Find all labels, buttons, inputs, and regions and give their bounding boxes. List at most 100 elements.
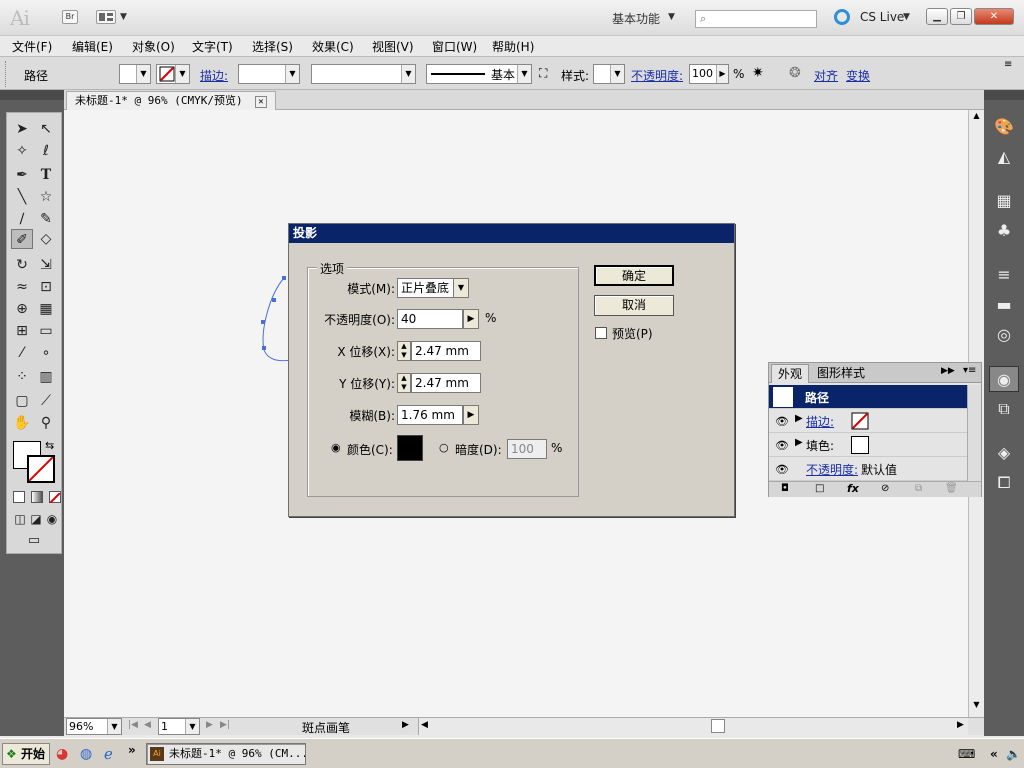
first-artboard-icon[interactable]: |◀ xyxy=(128,720,138,730)
stroke-panel-icon[interactable]: ≡ xyxy=(989,262,1019,288)
horizontal-scrollbar[interactable]: ◀ ▶ xyxy=(418,718,968,735)
opacity-slider-icon[interactable]: ▶ xyxy=(463,309,479,329)
chrome-icon[interactable]: ◕ xyxy=(56,746,68,762)
explorer-icon[interactable]: ◍ xyxy=(80,746,92,762)
document-tab[interactable]: 未标题-1* @ 96% (CMYK/预览) ✕ xyxy=(66,91,276,110)
perspective-grid-tool-icon[interactable]: ▦ xyxy=(35,299,57,319)
last-artboard-icon[interactable]: ▶| xyxy=(220,720,230,730)
status-menu-icon[interactable]: ▶ xyxy=(402,720,409,730)
eraser-tool-icon[interactable]: ◇ xyxy=(35,229,57,249)
collapse-panel-icon[interactable]: ▶▶ xyxy=(941,366,955,376)
fill-swatch-dropdown[interactable]: ▼ xyxy=(119,64,151,84)
artboards-icon[interactable]: ⧠ xyxy=(989,470,1019,496)
line-tool-icon[interactable]: ╲ xyxy=(11,187,33,207)
chevron-down-icon[interactable]: ▼ xyxy=(668,12,675,22)
opacity-link[interactable]: 不透明度: xyxy=(806,461,858,478)
brush-definition-dropdown[interactable]: 基本 ▼ xyxy=(426,64,532,84)
chevron-down-icon[interactable]: ▼ xyxy=(120,12,127,22)
stroke-weight-input[interactable]: ▼ xyxy=(238,64,300,84)
menu-file[interactable]: 文件(F) xyxy=(12,38,52,55)
add-effect-icon[interactable]: fx xyxy=(847,482,859,495)
chevron-down-icon[interactable]: ▼ xyxy=(453,279,468,297)
minimize-button[interactable]: ▁ xyxy=(926,8,948,25)
none-mode-icon[interactable] xyxy=(49,491,61,504)
scroll-left-icon[interactable]: ◀ xyxy=(421,720,428,730)
paintbrush-tool-icon[interactable]: ∕ xyxy=(11,209,33,229)
fill-row[interactable]: 👁 ▶ 填色: xyxy=(769,433,967,457)
panel-menu-icon[interactable]: ▾≡ xyxy=(963,365,976,376)
darkness-input[interactable]: 100 xyxy=(507,439,547,459)
visibility-eye-icon[interactable]: 👁 xyxy=(775,463,789,476)
menu-window[interactable]: 窗口(W) xyxy=(432,38,477,55)
maximize-button[interactable]: ❐ xyxy=(950,8,972,25)
stroke-row[interactable]: 👁 ▶ 描边: xyxy=(769,409,967,433)
anchor-point[interactable] xyxy=(272,298,276,302)
close-button[interactable]: ✕ xyxy=(974,8,1014,25)
x-offset-stepper[interactable]: ▲ ▼ xyxy=(397,341,411,361)
draw-inside-icon[interactable]: ◉ xyxy=(41,509,63,529)
gradient-tool-icon[interactable]: ▭ xyxy=(35,321,57,341)
type-tool-icon[interactable]: T xyxy=(35,165,57,185)
hand-tool-icon[interactable]: ✋ xyxy=(11,413,33,433)
fill-swatch[interactable] xyxy=(851,436,869,454)
artboard-number-select[interactable]: 1 ▼ xyxy=(158,718,200,735)
column-graph-tool-icon[interactable]: ▥ xyxy=(35,367,57,387)
tab-graphic-styles[interactable]: 图形样式 xyxy=(811,364,871,383)
menu-select[interactable]: 选择(S) xyxy=(252,38,293,55)
visibility-eye-icon[interactable]: 👁 xyxy=(775,415,789,428)
direct-selection-tool-icon[interactable]: ↖ xyxy=(35,119,57,139)
scale-tool-icon[interactable]: ⇲ xyxy=(35,255,57,275)
align-link[interactable]: 对齐 xyxy=(814,67,838,84)
add-new-stroke-icon[interactable]: ◘ xyxy=(781,483,789,494)
color-mode-icon[interactable] xyxy=(13,491,25,503)
scroll-thumb[interactable] xyxy=(711,719,725,733)
eyedropper-tool-icon[interactable]: ⁄ xyxy=(11,343,33,363)
menu-help[interactable]: 帮助(H) xyxy=(492,38,534,55)
selection-tool-icon[interactable]: ➤ xyxy=(11,119,33,139)
recolor-artwork-icon[interactable]: ✷ xyxy=(752,65,764,81)
graphic-styles-icon[interactable]: ⧉ xyxy=(989,396,1019,422)
expand-triangle-icon[interactable]: ▶ xyxy=(795,437,803,448)
preview-checkbox[interactable] xyxy=(595,327,607,339)
lasso-tool-icon[interactable]: ℓ xyxy=(35,141,57,161)
stroke-label[interactable]: 描边: xyxy=(806,413,834,430)
zoom-select[interactable]: 96% ▼ xyxy=(66,718,122,735)
control-panel-menu-icon[interactable]: ≡ xyxy=(1004,59,1012,70)
pencil-tool-icon[interactable]: ✎ xyxy=(35,209,57,229)
swatches-icon[interactable]: ▦ xyxy=(989,188,1019,214)
darkness-radio[interactable]: ○ xyxy=(439,441,449,454)
brushes-icon[interactable]: ♣ xyxy=(989,218,1019,244)
next-artboard-icon[interactable]: ▶ xyxy=(206,720,213,730)
opacity-input[interactable]: 100 ▶ xyxy=(689,64,729,84)
zoom-tool-icon[interactable]: ⚲ xyxy=(35,413,57,433)
stroke-color-swatch[interactable] xyxy=(27,455,55,483)
gradient-mode-icon[interactable] xyxy=(31,491,43,503)
stroke-swatch-dropdown[interactable]: ▼ xyxy=(156,64,190,84)
warp-tool-icon[interactable]: ≈ xyxy=(11,277,33,297)
expand-tray-icon[interactable]: « xyxy=(990,747,998,761)
expand-triangle-icon[interactable]: ▶ xyxy=(795,413,803,424)
scroll-up-icon[interactable]: ▲ xyxy=(970,111,983,125)
blur-slider-icon[interactable]: ▶ xyxy=(463,405,479,425)
x-offset-input[interactable]: 2.47 mm xyxy=(411,341,481,361)
color-panel-icon[interactable]: 🎨 xyxy=(989,114,1019,140)
current-tool-status[interactable]: 斑点画笔 xyxy=(302,719,350,736)
arrange-documents-button[interactable] xyxy=(96,10,116,24)
layers-icon[interactable]: ◈ xyxy=(989,440,1019,466)
workspace-switcher[interactable]: 基本功能 xyxy=(612,10,660,27)
menu-object[interactable]: 对象(O) xyxy=(132,38,175,55)
style-dropdown[interactable]: ▼ xyxy=(593,64,625,84)
free-transform-tool-icon[interactable]: ⊡ xyxy=(35,277,57,297)
appearance-panel-icon[interactable]: ◉ xyxy=(989,366,1019,392)
taskbar-illustrator-item[interactable]: Ai 未标题-1* @ 96% (CM... xyxy=(146,743,306,765)
star-tool-icon[interactable]: ☆ xyxy=(35,187,57,207)
anchor-point[interactable] xyxy=(261,320,265,324)
swap-fill-stroke-icon[interactable]: ⇆ xyxy=(45,439,54,452)
slice-tool-icon[interactable]: ⟋ xyxy=(35,391,57,411)
tab-appearance[interactable]: 外观 xyxy=(771,364,810,383)
more-quicklaunch-icon[interactable]: » xyxy=(128,743,136,757)
y-offset-input[interactable]: 2.47 mm xyxy=(411,373,481,393)
anchor-point[interactable] xyxy=(262,346,266,350)
mode-select[interactable]: 正片叠底 ▼ xyxy=(397,278,469,298)
appearance-scrollbar[interactable] xyxy=(967,385,981,481)
